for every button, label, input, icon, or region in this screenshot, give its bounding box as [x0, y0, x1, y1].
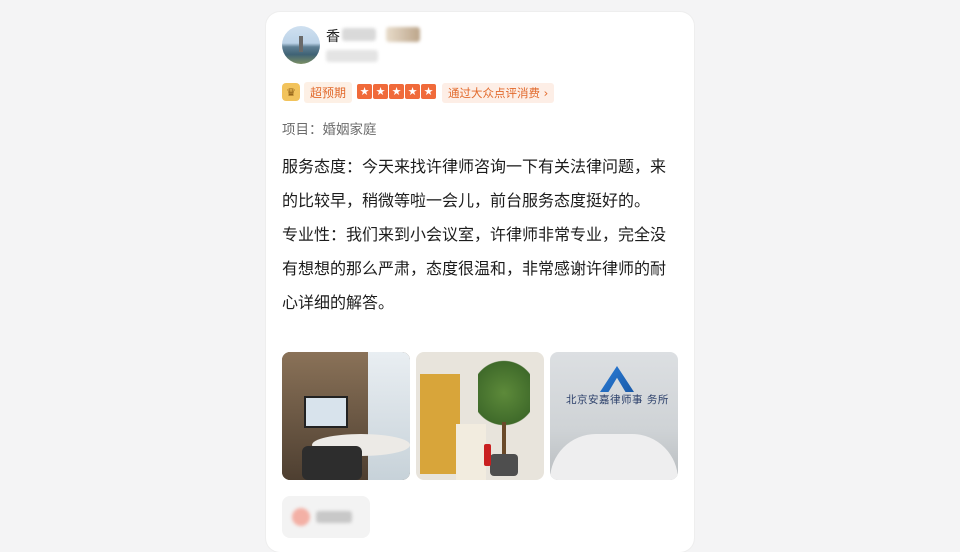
- blurred-name: [342, 28, 376, 41]
- star-icon: ★: [389, 84, 404, 99]
- user-name[interactable]: 香: [326, 26, 340, 46]
- star-icon: ★: [421, 84, 436, 99]
- review-paragraph: 服务态度：今天来找许律师咨询一下有关法律问题，来的比较早，稍微等啦一会儿，前台服…: [282, 157, 667, 210]
- source-link[interactable]: 通过大众点评消费 ›: [442, 83, 555, 103]
- star-icon: ★: [373, 84, 388, 99]
- review-card: 香 ♛ 超预期 ★ ★ ★ ★ ★ 通过大众点评消费 › 项目：婚姻家庭 服务态…: [266, 12, 694, 552]
- photo-meeting-room[interactable]: [282, 352, 410, 480]
- star-icon: ★: [405, 84, 420, 99]
- photo-lobby[interactable]: [416, 352, 544, 480]
- firm-name: 北京安嘉律师事 务所: [566, 394, 669, 406]
- review-text: 服务态度：今天来找许律师咨询一下有关法律问题，来的比较早，稍微等啦一会儿，前台服…: [282, 150, 680, 320]
- firm-logo-icon: [600, 366, 634, 392]
- photo-reception[interactable]: 北京安嘉律师事 务所: [550, 352, 678, 480]
- medal-icon: ♛: [282, 83, 300, 101]
- avatar[interactable]: [282, 26, 320, 64]
- project-label: 项目：婚姻家庭: [282, 122, 377, 138]
- blurred-level-badge: [386, 27, 420, 42]
- exceed-label: 超预期: [304, 81, 353, 103]
- blurred-subtitle: [326, 50, 378, 62]
- photo-gallery: 北京安嘉律师事 务所: [282, 352, 678, 480]
- merchant-card[interactable]: [282, 496, 370, 538]
- exceed-expectation-badge: ♛ 超预期: [282, 81, 353, 103]
- star-icon: ★: [357, 84, 372, 99]
- star-rating: ★ ★ ★ ★ ★: [357, 84, 436, 99]
- review-paragraph: 专业性：我们来到小会议室，许律师非常专业，完全没有想想的那么严肃，态度很温和，非…: [282, 225, 667, 312]
